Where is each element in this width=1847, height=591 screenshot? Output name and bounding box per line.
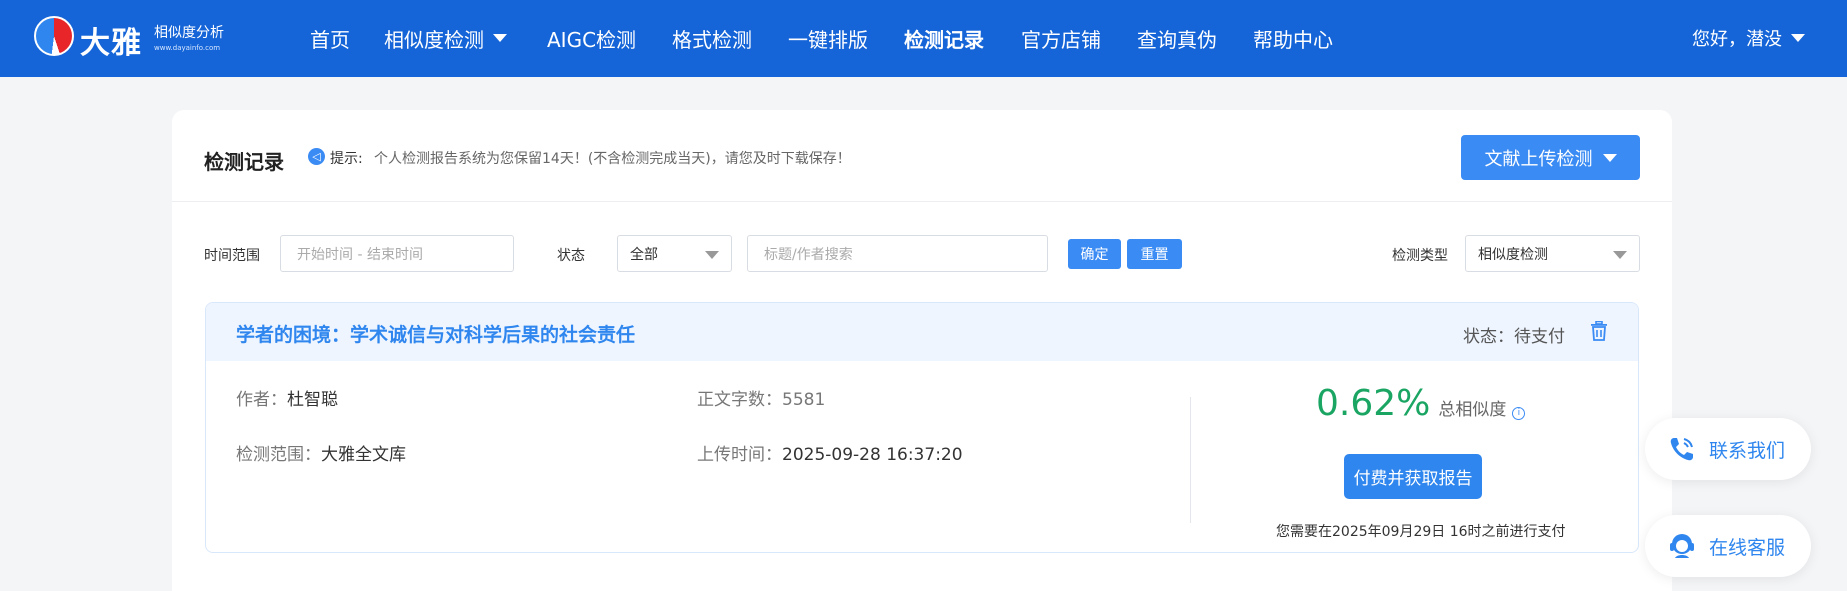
brand-logo[interactable]: 大雅 相似度分析 www.dayainfo.com <box>34 16 234 61</box>
phone-icon <box>1670 438 1693 461</box>
trash-icon[interactable] <box>1590 321 1608 341</box>
nav-label: 相似度检测 <box>384 27 484 52</box>
record-upload-time: 上传时间：2025-09-28 16:37:20 <box>697 440 963 465</box>
record-author: 作者：杜智聪 <box>236 385 338 410</box>
record-scope: 检测范围：大雅全文库 <box>236 440 406 465</box>
online-service-button[interactable]: 在线客服 <box>1645 515 1811 577</box>
vertical-divider <box>1190 397 1191 523</box>
nav-item-home[interactable]: 首页 <box>310 23 350 53</box>
word-count-value: 5581 <box>782 390 826 410</box>
contact-us-button[interactable]: 联系我们 <box>1645 418 1811 480</box>
record-word-count: 正文字数：5581 <box>697 385 825 410</box>
tip-icon: ◁ <box>308 148 325 165</box>
reset-button[interactable]: 重置 <box>1127 239 1182 269</box>
nav-item-records[interactable]: 检测记录 <box>904 23 984 53</box>
page-title: 检测记录 <box>204 150 284 174</box>
nav-item-store[interactable]: 官方店铺 <box>1021 23 1101 53</box>
chevron-down-icon <box>493 34 507 42</box>
status-select[interactable]: 全部 <box>617 235 732 272</box>
brand-subtitle: 相似度分析 <box>154 25 224 41</box>
online-service-label: 在线客服 <box>1709 536 1786 559</box>
nav-label: 帮助中心 <box>1253 27 1333 52</box>
records-card: 检测记录 ◁ 提示: 个人检测报告系统为您保留14天！(不含检测完成当天)，请您… <box>172 110 1672 591</box>
author-label: 作者： <box>236 390 287 410</box>
detect-type-label: 检测类型 <box>1392 248 1448 264</box>
record-title[interactable]: 学者的困境：学术诚信与对科学后果的社会责任 <box>236 320 635 347</box>
nav-label: 首页 <box>310 27 350 52</box>
nav-item-similarity[interactable]: 相似度检测 <box>384 23 507 53</box>
brand-url: www.dayainfo.com <box>154 44 221 52</box>
card-header: 检测记录 ◁ 提示: 个人检测报告系统为您保留14天！(不含检测完成当天)，请您… <box>172 110 1672 202</box>
nav-label: 查询真伪 <box>1137 27 1217 52</box>
chevron-down-icon <box>1791 34 1805 42</box>
record-item: 学者的困境：学术诚信与对科学后果的社会责任 状态：待支付 作者：杜智聪 正文字数… <box>205 302 1639 553</box>
status-label: 状态 <box>557 248 585 264</box>
nav-label: 检测记录 <box>904 27 984 52</box>
upload-button-label: 文献上传检测 <box>1484 148 1593 170</box>
nav-label: AIGC检测 <box>547 27 637 52</box>
user-menu[interactable]: 您好，潜没 <box>1692 24 1805 52</box>
logo-mark-icon <box>34 16 74 56</box>
record-header: 学者的困境：学术诚信与对科学后果的社会责任 状态：待支付 <box>206 303 1638 361</box>
record-status: 状态：待支付 <box>1463 322 1565 347</box>
detect-type-value: 相似度检测 <box>1478 246 1548 263</box>
top-nav-bar: 大雅 相似度分析 www.dayainfo.com 首页 相似度检测 AIGC检… <box>0 0 1847 77</box>
record-status-value: 待支付 <box>1514 327 1565 347</box>
user-greeting: 您好，潜没 <box>1692 29 1782 50</box>
nav-label: 一键排版 <box>788 27 868 52</box>
scope-label: 检测范围： <box>236 445 321 465</box>
nav-item-typeset[interactable]: 一键排版 <box>788 23 868 53</box>
chevron-down-icon <box>705 251 719 259</box>
nav-item-aigc[interactable]: AIGC检测 <box>547 23 636 53</box>
chevron-down-icon <box>1602 153 1617 162</box>
similarity-value: 0.62% <box>1316 383 1431 424</box>
contact-us-label: 联系我们 <box>1709 439 1786 462</box>
record-status-label: 状态： <box>1463 327 1514 347</box>
similarity-label: 总相似度 <box>1438 400 1507 420</box>
upload-time-value: 2025-09-28 16:37:20 <box>782 445 963 465</box>
pay-get-report-button[interactable]: 付费并获取报告 <box>1344 454 1482 499</box>
nav-item-help[interactable]: 帮助中心 <box>1253 23 1333 53</box>
detect-type-select[interactable]: 相似度检测 <box>1465 235 1640 272</box>
search-input[interactable]: 标题/作者搜索 <box>747 235 1048 272</box>
confirm-button[interactable]: 确定 <box>1068 239 1121 269</box>
nav-item-verify[interactable]: 查询真伪 <box>1137 23 1217 53</box>
word-count-label: 正文字数： <box>697 390 782 410</box>
status-select-value: 全部 <box>630 246 658 263</box>
upload-document-button[interactable]: 文献上传检测 <box>1461 135 1640 180</box>
nav-item-format[interactable]: 格式检测 <box>672 23 752 53</box>
time-range-input[interactable]: 开始时间 - 结束时间 <box>280 235 514 272</box>
nav-label: 官方店铺 <box>1021 27 1101 52</box>
time-range-label: 时间范围 <box>204 248 260 264</box>
brand-name: 大雅 <box>80 26 142 61</box>
scope-value: 大雅全文库 <box>321 445 406 465</box>
tip-text: 个人检测报告系统为您保留14天！(不含检测完成当天)，请您及时下载保存！ <box>374 151 851 167</box>
similarity-score: 0.62% 总相似度 i <box>1316 383 1526 424</box>
nav-label: 格式检测 <box>672 27 752 52</box>
tip-label: 提示: <box>330 151 363 167</box>
info-icon[interactable]: i <box>1512 407 1526 420</box>
payment-deadline-note: 您需要在2025年09月29日 16时之前进行支付 <box>1276 524 1566 540</box>
customer-service-icon <box>1670 534 1694 558</box>
chevron-down-icon <box>1613 251 1627 259</box>
author-value: 杜智聪 <box>287 390 338 410</box>
upload-time-label: 上传时间： <box>697 445 782 465</box>
